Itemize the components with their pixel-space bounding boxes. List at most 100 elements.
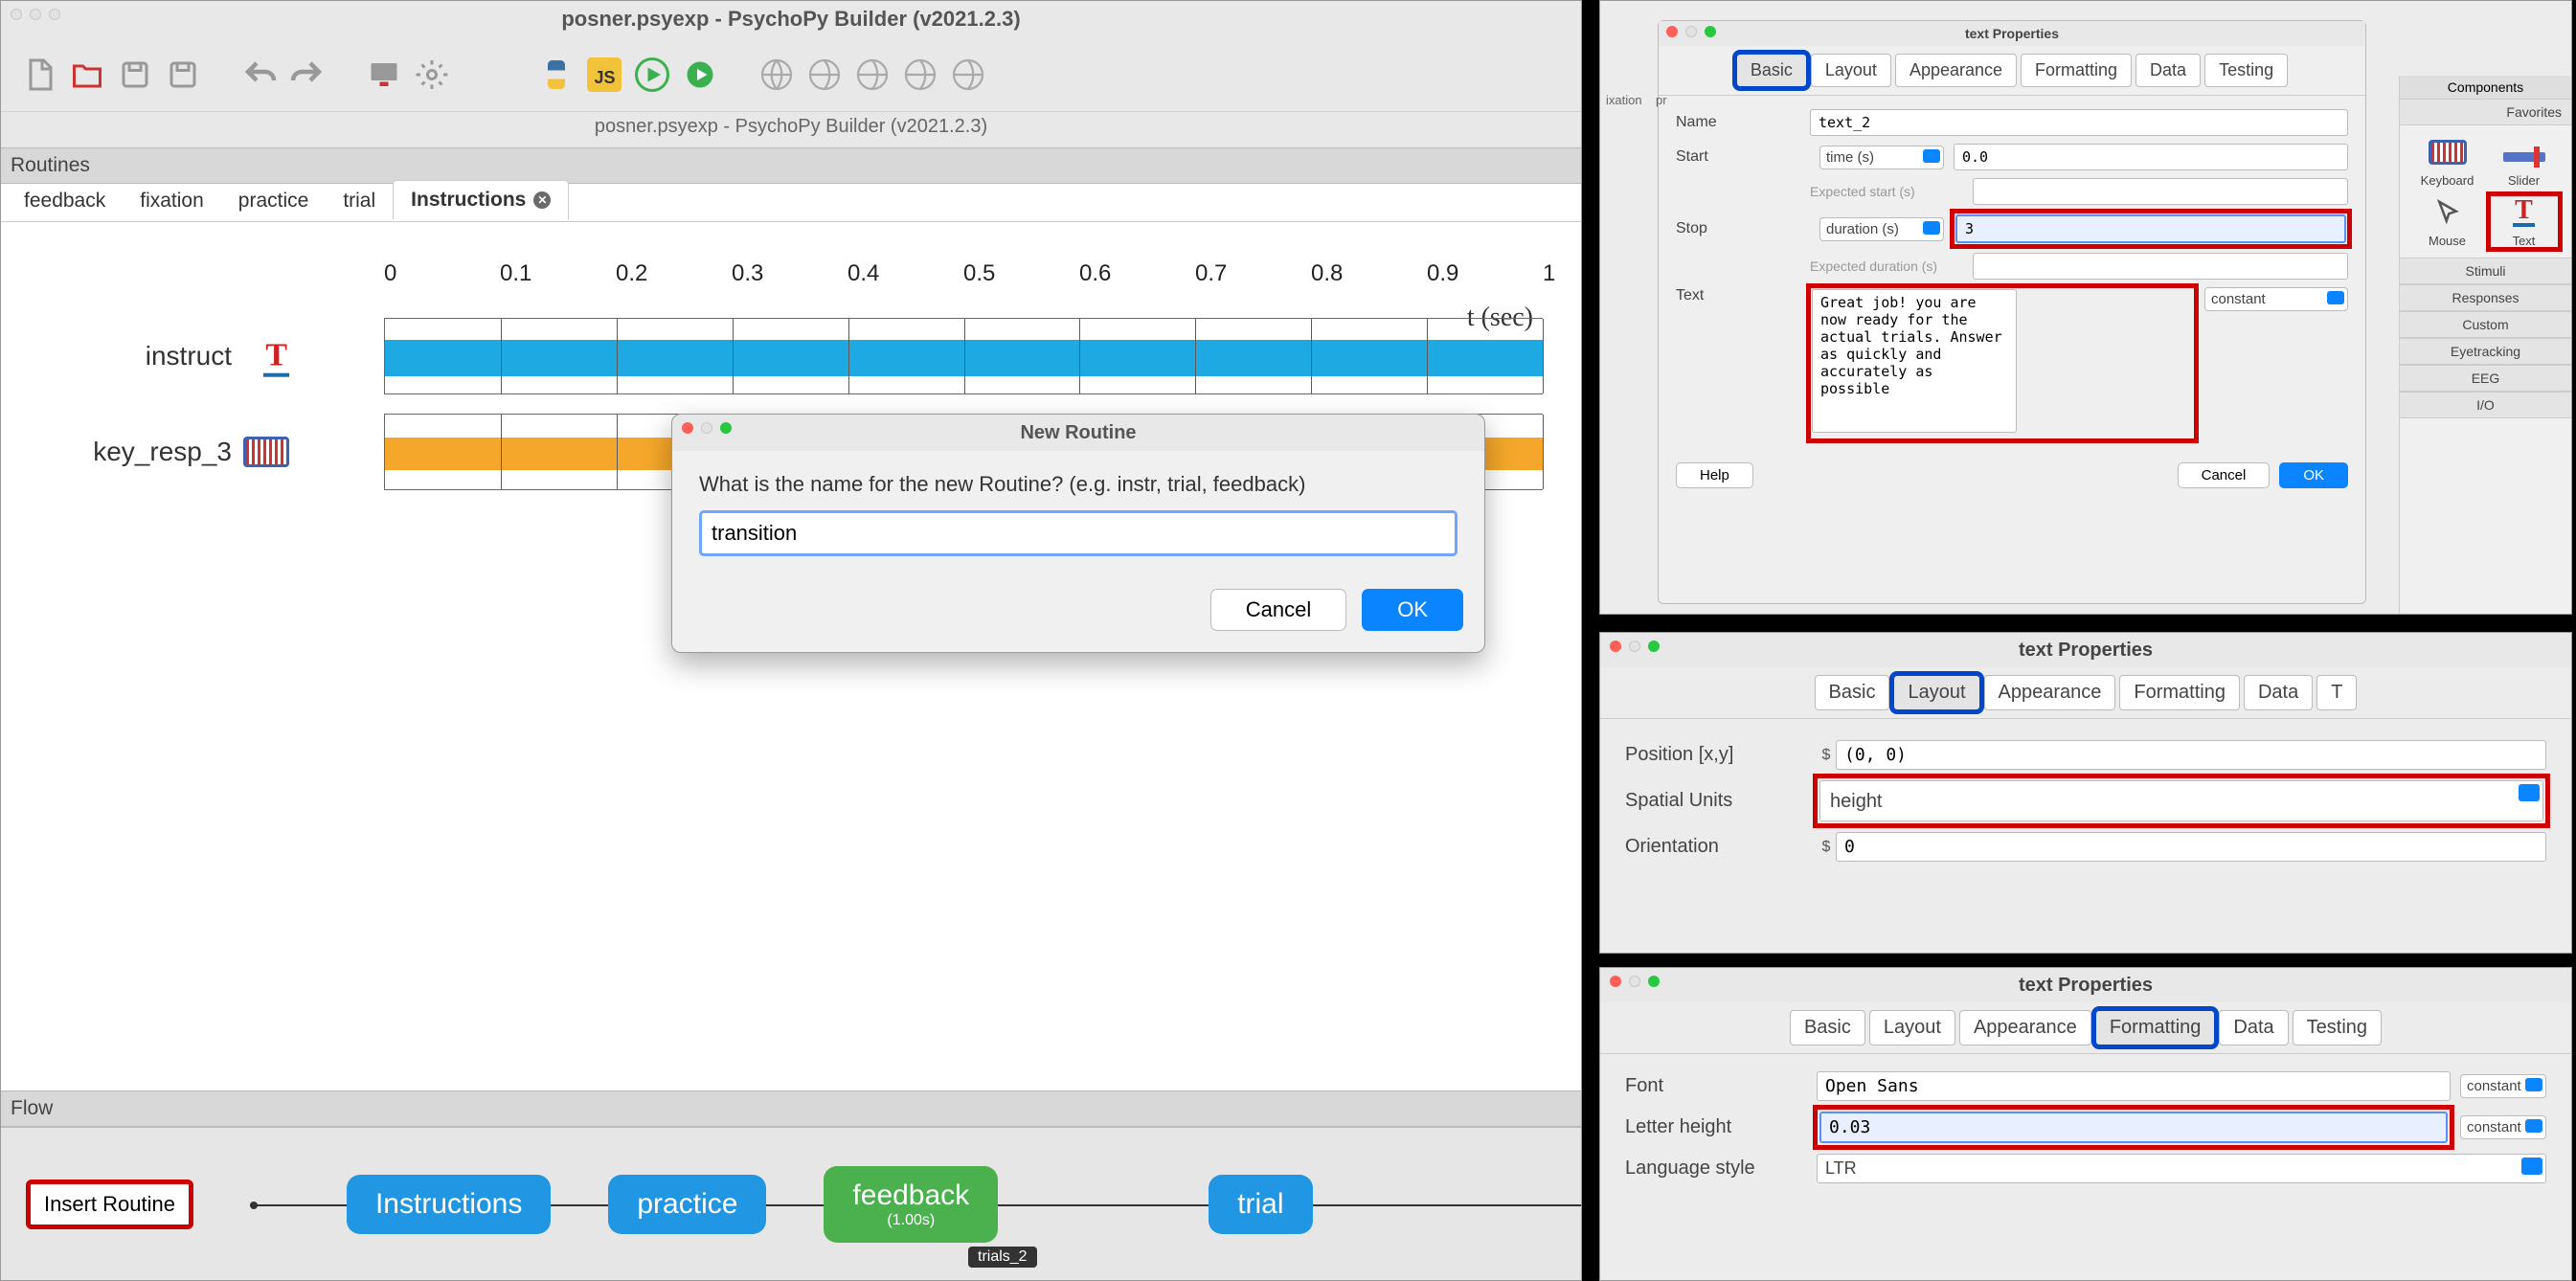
tab-appearance[interactable]: Appearance [1984, 675, 2116, 710]
save-icon[interactable] [116, 56, 154, 94]
start-mode-select[interactable]: time (s) [1819, 146, 1944, 169]
zoom-icon[interactable] [720, 422, 732, 434]
routine-name-input[interactable] [699, 510, 1457, 556]
globe-5-icon[interactable] [949, 56, 987, 94]
font-input[interactable] [1817, 1071, 2451, 1101]
tab-testing[interactable]: T [2316, 675, 2357, 710]
palette-item-slider[interactable]: Slider [2490, 135, 2559, 188]
minimize-icon[interactable] [1629, 640, 1640, 652]
tab-data[interactable]: Data [2244, 675, 2313, 710]
tab-appearance[interactable]: Appearance [1895, 54, 2017, 87]
expected-start-input[interactable] [1973, 178, 2348, 205]
new-file-icon[interactable] [20, 56, 58, 94]
ok-button[interactable]: OK [2279, 462, 2348, 488]
letter-height-mode-select[interactable]: constant [2460, 1115, 2546, 1139]
open-file-icon[interactable] [68, 56, 106, 94]
properties-tabs: Basic Layout Appearance Formatting Data … [1659, 46, 2365, 96]
tab-formatting[interactable]: Formatting [2095, 1010, 2216, 1045]
tab-fixation[interactable]: fixation [123, 182, 221, 220]
close-icon[interactable] [1666, 26, 1678, 37]
globe-4-icon[interactable] [901, 56, 939, 94]
tab-practice[interactable]: practice [221, 182, 327, 220]
flow-node-instructions[interactable]: Instructions [347, 1175, 551, 1234]
tab-layout[interactable]: Layout [1869, 1010, 1955, 1045]
tab-instructions[interactable]: Instructions ✕ [393, 180, 569, 220]
close-icon[interactable] [11, 9, 22, 20]
tab-basic[interactable]: Basic [1790, 1010, 1865, 1045]
run-icon[interactable] [633, 56, 671, 94]
save-as-icon[interactable] [164, 56, 202, 94]
tab-basic[interactable]: Basic [1736, 54, 1807, 87]
tab-appearance[interactable]: Appearance [1959, 1010, 2091, 1045]
palette-cat[interactable]: Stimuli [2400, 258, 2571, 284]
ok-button[interactable]: OK [1362, 589, 1463, 631]
tab-basic[interactable]: Basic [1815, 675, 1890, 710]
orientation-label: Orientation [1625, 836, 1817, 858]
globe-1-icon[interactable] [757, 56, 796, 94]
redo-icon[interactable] [288, 56, 327, 94]
orientation-input[interactable] [1836, 832, 2546, 862]
zoom-icon[interactable] [49, 9, 60, 20]
zoom-icon[interactable] [1648, 976, 1660, 987]
palette-header: Components [2400, 76, 2571, 99]
position-label: Position [x,y] [1625, 744, 1817, 766]
palette-cat[interactable]: EEG [2400, 365, 2571, 392]
globe-3-icon[interactable] [853, 56, 892, 94]
close-icon[interactable] [1610, 976, 1621, 987]
minimize-icon[interactable] [1685, 26, 1697, 37]
minimize-icon[interactable] [1629, 976, 1640, 987]
run-small-icon[interactable] [681, 56, 719, 94]
tab-layout[interactable]: Layout [1811, 54, 1891, 87]
monitor-icon[interactable] [365, 56, 403, 94]
font-mode-select[interactable]: constant [2460, 1074, 2546, 1098]
component-row-instruct[interactable]: instruct T [384, 318, 1543, 394]
expected-duration-input[interactable] [1973, 253, 2348, 280]
tab-testing[interactable]: Testing [2204, 54, 2288, 87]
close-icon[interactable] [682, 422, 693, 434]
palette-cat[interactable]: Custom [2400, 311, 2571, 338]
compile-python-icon[interactable] [537, 56, 576, 94]
stop-mode-select[interactable]: duration (s) [1819, 217, 1944, 241]
palette-cat[interactable]: I/O [2400, 392, 2571, 418]
name-input[interactable] [1810, 109, 2348, 136]
tab-formatting[interactable]: Formatting [2021, 54, 2132, 87]
minimize-icon[interactable] [701, 422, 712, 434]
flow-node-trial[interactable]: trial [1209, 1175, 1312, 1234]
text-mode-select[interactable]: constant [2204, 287, 2348, 311]
palette-item-text[interactable]: TText [2490, 195, 2559, 248]
compile-js-icon[interactable]: JS [585, 56, 623, 94]
undo-icon[interactable] [240, 56, 279, 94]
palette-item-keyboard[interactable]: Keyboard [2413, 135, 2482, 188]
tab-layout[interactable]: Layout [1893, 675, 1979, 710]
insert-routine-button[interactable]: Insert Routine [30, 1183, 190, 1225]
tab-testing[interactable]: Testing [2293, 1010, 2382, 1045]
palette-cat[interactable]: Responses [2400, 284, 2571, 311]
cancel-button[interactable]: Cancel [1210, 589, 1346, 631]
help-button[interactable]: Help [1676, 462, 1753, 488]
stop-value-input[interactable] [1955, 214, 2346, 243]
flow-node-feedback[interactable]: feedback (1.00s) [824, 1166, 998, 1243]
language-style-select[interactable]: LTR [1817, 1154, 2546, 1183]
flow-node-practice[interactable]: practice [608, 1175, 766, 1234]
text-textarea[interactable] [1812, 289, 2017, 433]
units-select[interactable]: height [1819, 780, 2543, 821]
tab-feedback[interactable]: feedback [7, 182, 123, 220]
minimize-icon[interactable] [30, 9, 41, 20]
globe-2-icon[interactable] [805, 56, 844, 94]
settings-icon[interactable] [413, 56, 451, 94]
tab-formatting[interactable]: Formatting [2119, 675, 2240, 710]
loop-label[interactable]: trials_2 [968, 1247, 1037, 1268]
cancel-button[interactable]: Cancel [2178, 462, 2271, 488]
tab-close-icon[interactable]: ✕ [533, 191, 551, 209]
zoom-icon[interactable] [1648, 640, 1660, 652]
close-icon[interactable] [1610, 640, 1621, 652]
tab-data[interactable]: Data [2135, 54, 2201, 87]
palette-cat[interactable]: Eyetracking [2400, 338, 2571, 365]
zoom-icon[interactable] [1705, 26, 1716, 37]
start-value-input[interactable] [1954, 144, 2348, 170]
palette-item-mouse[interactable]: Mouse [2413, 195, 2482, 248]
tab-data[interactable]: Data [2219, 1010, 2288, 1045]
tab-trial[interactable]: trial [326, 182, 393, 220]
position-input[interactable] [1836, 740, 2546, 770]
letter-height-input[interactable] [1819, 1112, 2448, 1143]
